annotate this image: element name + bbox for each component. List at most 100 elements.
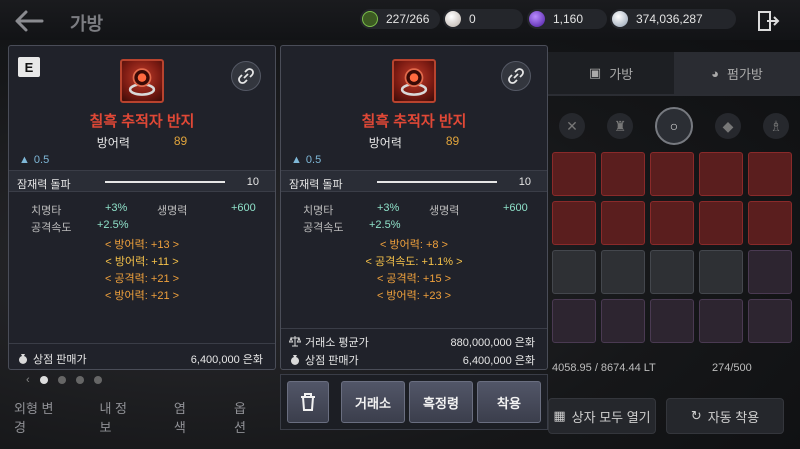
pearl-icon	[445, 11, 461, 27]
inventory-slot[interactable]	[552, 250, 596, 294]
bonus-stat: < 방어력: +11 >	[105, 256, 179, 268]
page-dot[interactable]	[39, 376, 48, 384]
link-icon	[238, 68, 254, 84]
ring-icon	[400, 68, 428, 96]
tab-bag[interactable]: ▣ 가방	[548, 52, 674, 96]
gem-value: 1,160	[553, 12, 584, 26]
item-icon	[392, 59, 436, 103]
bonus-stat: < 방어력: +21 >	[104, 290, 180, 302]
stat-atk-speed: 공격속도	[31, 222, 72, 234]
equip-button[interactable]: 착용	[477, 381, 541, 423]
equipped-item-card: E 칠흑 추적자 반지 방어력 89 ▲ 0.5 잠재력 돌파 10 치명타 +…	[8, 45, 276, 370]
inventory-grid	[548, 152, 800, 348]
delete-button[interactable]	[287, 381, 329, 423]
pet-bag-icon: ◕	[711, 65, 719, 81]
inventory-slot[interactable]	[699, 152, 743, 196]
accessory-filter-icon[interactable]: ○	[655, 107, 693, 145]
inventory-slot[interactable]	[601, 152, 645, 196]
market-price-row: 거래소 평균가 880,000,000 은화	[281, 330, 547, 350]
inventory-weight: 4058.95 / 8674.44 LT	[552, 362, 656, 374]
inventory-slot[interactable]	[699, 201, 743, 245]
money-bag-icon	[291, 355, 299, 365]
scale-icon	[289, 336, 301, 347]
bag-icon: ▣	[588, 65, 602, 80]
inventory-slot[interactable]	[748, 152, 792, 196]
inventory-slot[interactable]	[601, 299, 645, 343]
page-dot[interactable]	[75, 376, 84, 384]
exit-icon[interactable]	[756, 9, 780, 33]
armor-filter-icon[interactable]: ♜	[607, 113, 633, 139]
potential-breakthrough: 잠재력 돌파 10	[281, 170, 547, 192]
divider	[281, 328, 547, 329]
inventory-slot[interactable]	[601, 250, 645, 294]
gem-counter[interactable]: 1,160	[527, 9, 607, 29]
stat-hp: 생명력	[429, 205, 460, 217]
item-weight: ▲ 0.5	[291, 154, 322, 166]
stat-hp: 생명력	[157, 205, 188, 217]
bonus-stat: < 방어력: +8 >	[380, 239, 448, 251]
energy-counter[interactable]: 227/266	[360, 9, 440, 29]
gem-filter-icon[interactable]: ◆	[715, 113, 741, 139]
leaf-token-icon	[362, 11, 378, 27]
back-arrow-icon[interactable]	[14, 9, 44, 33]
action-bar: 거래소 흑정령 착용	[280, 374, 548, 430]
inventory-slot[interactable]	[552, 201, 596, 245]
inventory-slot[interactable]	[748, 250, 792, 294]
shop-price-row: 상점 판매가 6,400,000 은화	[281, 348, 547, 368]
auto-equip-button[interactable]: ↻ 자동 착용	[666, 398, 784, 434]
bonus-stat: < 방어력: +23 >	[376, 290, 452, 302]
prev-page-icon[interactable]: ‹	[26, 374, 30, 386]
tab-pet-bag[interactable]: ◕ 펌가방	[674, 52, 800, 96]
open-all-boxes-button[interactable]: ▦ 상자 모두 열기	[548, 398, 656, 434]
inventory-slot[interactable]	[552, 152, 596, 196]
pearl-value: 0	[469, 12, 476, 26]
breakthrough-bar	[377, 181, 497, 183]
purple-gem-icon	[529, 11, 545, 27]
weapon-filter-icon[interactable]: ✕	[559, 113, 585, 139]
inventory-slot[interactable]	[699, 250, 743, 294]
inventory-slot[interactable]	[748, 299, 792, 343]
stat-hp-value: +600	[231, 202, 256, 214]
menu-dye[interactable]: 염색	[174, 398, 196, 436]
ring-icon	[128, 68, 156, 96]
refresh-icon: ↻	[690, 408, 702, 423]
inventory-slot[interactable]	[650, 152, 694, 196]
bonus-stat: < 공격력: +21 >	[104, 273, 180, 285]
shop-price-row: 상점 판매가 6,400,000 은화	[9, 347, 275, 367]
link-button[interactable]	[501, 61, 531, 91]
inventory-slot[interactable]	[748, 201, 792, 245]
trash-icon	[301, 393, 315, 411]
item-weight: ▲ 0.5	[19, 154, 50, 166]
energy-value: 227/266	[386, 12, 430, 26]
page-indicator: ‹	[26, 374, 102, 386]
box-icon: ▦	[553, 408, 566, 423]
inventory-slot[interactable]	[699, 299, 743, 343]
pearl-counter[interactable]: 0	[443, 9, 523, 29]
black-spirit-button[interactable]: 흑정령	[409, 381, 473, 423]
link-icon	[508, 68, 524, 84]
inventory-slot[interactable]	[650, 201, 694, 245]
main-stat: 방어력 89	[96, 134, 188, 150]
bottom-menu: 외형 변경 내 정보 염색 옵션	[0, 398, 280, 436]
inventory-slot[interactable]	[650, 250, 694, 294]
silver-counter[interactable]: 374,036,287	[610, 9, 736, 29]
inventory-slot[interactable]	[650, 299, 694, 343]
silver-coin-icon	[612, 11, 628, 27]
weight-icon: ▲	[19, 154, 30, 166]
potion-filter-icon[interactable]: ♗	[763, 113, 789, 139]
breakthrough-bar	[105, 181, 225, 183]
page-dot[interactable]	[93, 376, 102, 384]
link-button[interactable]	[231, 61, 261, 91]
inventory-tabs: ▣ 가방 ◕ 펌가방	[548, 52, 800, 96]
menu-appearance[interactable]: 외형 변경	[14, 398, 61, 436]
inventory-slot[interactable]	[601, 201, 645, 245]
page-dot[interactable]	[57, 376, 66, 384]
inventory-slot[interactable]	[552, 299, 596, 343]
item-name: 칠흑 추적자 반지	[89, 113, 195, 130]
potential-breakthrough: 잠재력 돌파 10	[9, 170, 275, 192]
category-filters: ✕ ♜ ○ ◆ ♗	[548, 104, 800, 148]
menu-my-info[interactable]: 내 정보	[99, 398, 135, 436]
bonus-stat: < 공격력: +15 >	[376, 273, 452, 285]
menu-options[interactable]: 옵션	[234, 398, 256, 436]
trade-button[interactable]: 거래소	[341, 381, 405, 423]
